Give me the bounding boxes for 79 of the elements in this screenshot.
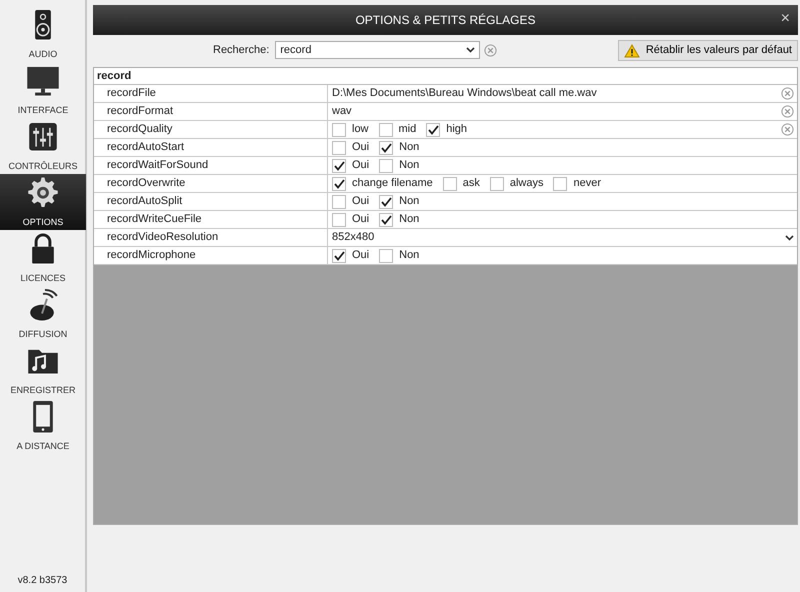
window-title: OPTIONS & PETITS RÉGLAGES [355,12,536,29]
search-field[interactable]: record [275,41,480,59]
setting-name: recordOverwrite [107,177,186,189]
checkmark-icon [380,214,392,224]
chevron-down-icon[interactable] [785,234,794,240]
monitor-icon [26,64,60,98]
chevron-down-icon[interactable] [466,47,476,53]
checkmark-icon [380,142,392,152]
setting-value[interactable]: wav [332,103,352,120]
setting-name: recordFile [107,87,156,99]
checkbox[interactable] [332,248,346,262]
search-label: Recherche: [213,42,270,58]
setting-name: recordFormat [107,105,174,117]
checkbox[interactable] [442,176,457,190]
sidebar-item[interactable]: DIFFUSION [0,286,86,342]
setting-name: recordAutoSplit [107,195,182,207]
option-label: Oui [352,212,370,227]
version-label: v8.2 b3573 [18,574,68,588]
option-label: Non [399,140,420,155]
checkmark-icon [334,178,344,188]
option-label: Non [399,158,420,173]
checkmark-icon [334,250,344,260]
warning-icon [624,44,640,58]
checkbox[interactable] [332,122,346,136]
clear-icon[interactable] [781,123,794,136]
clear-icon[interactable] [484,44,498,56]
option-label: Non [399,248,420,263]
close-button[interactable]: × [780,11,790,27]
option-label: mid [398,122,416,137]
checkbox[interactable] [332,212,346,226]
option-label: Oui [352,194,370,209]
option-label: change filename [352,176,433,191]
option-label: Non [399,212,420,227]
option-label: Oui [352,248,370,263]
sidebar-item[interactable]: ENREGISTRER [0,342,86,398]
checkmark-icon [380,196,392,206]
sidebar-item[interactable]: AUDIO [0,6,86,62]
setting-value[interactable]: 852x480 [332,229,374,246]
checkbox[interactable] [332,176,346,190]
checkmark-icon [428,124,439,134]
setting-value[interactable]: D:\Mes Documents\Bureau Windows\beat call me.wav [332,85,597,102]
clear-icon[interactable] [781,87,794,100]
checkbox[interactable] [379,140,394,154]
sidebar-item[interactable]: LICENCES [0,230,86,286]
setting-name: recordWriteCueFile [107,213,202,225]
checkbox[interactable] [332,194,346,208]
sidebar-item[interactable]: CONTRÔLEURS [0,118,86,174]
sliders-icon [26,120,60,154]
sidebar-item[interactable]: INTERFACE [0,62,86,118]
clear-icon[interactable] [781,105,794,118]
checkmark-icon [334,160,344,170]
setting-name: recordQuality [107,123,172,135]
option-label: Non [399,194,420,209]
setting-name: recordVideoResolution [107,231,218,243]
reset-defaults-button[interactable]: Rétablir les valeurs par défaut [618,40,798,61]
option-label: Oui [352,158,370,173]
checkbox[interactable] [379,158,394,172]
checkbox[interactable] [379,248,394,262]
option-label: Oui [352,140,370,155]
checkbox[interactable] [553,176,568,190]
checkbox[interactable] [332,140,346,154]
setting-name: recordAutoStart [107,141,184,153]
sidebar-item[interactable]: A DISTANCE [0,398,86,454]
checkbox[interactable] [332,158,346,172]
group-header: record [97,70,132,82]
checkbox[interactable] [490,176,504,190]
setting-name: recordMicrophone [107,249,196,261]
checkbox[interactable] [378,122,393,136]
option-label: low [352,122,369,137]
option-label: never [573,176,602,191]
option-label: always [510,176,544,191]
sidebar-item[interactable]: OPTIONS [0,174,86,230]
gear-icon [26,176,60,210]
option-label: ask [462,176,480,191]
checkbox[interactable] [379,194,394,208]
option-label: high [446,122,468,137]
checkbox[interactable] [426,122,440,136]
checkbox[interactable] [379,212,394,226]
setting-name: recordWaitForSound [107,159,208,171]
